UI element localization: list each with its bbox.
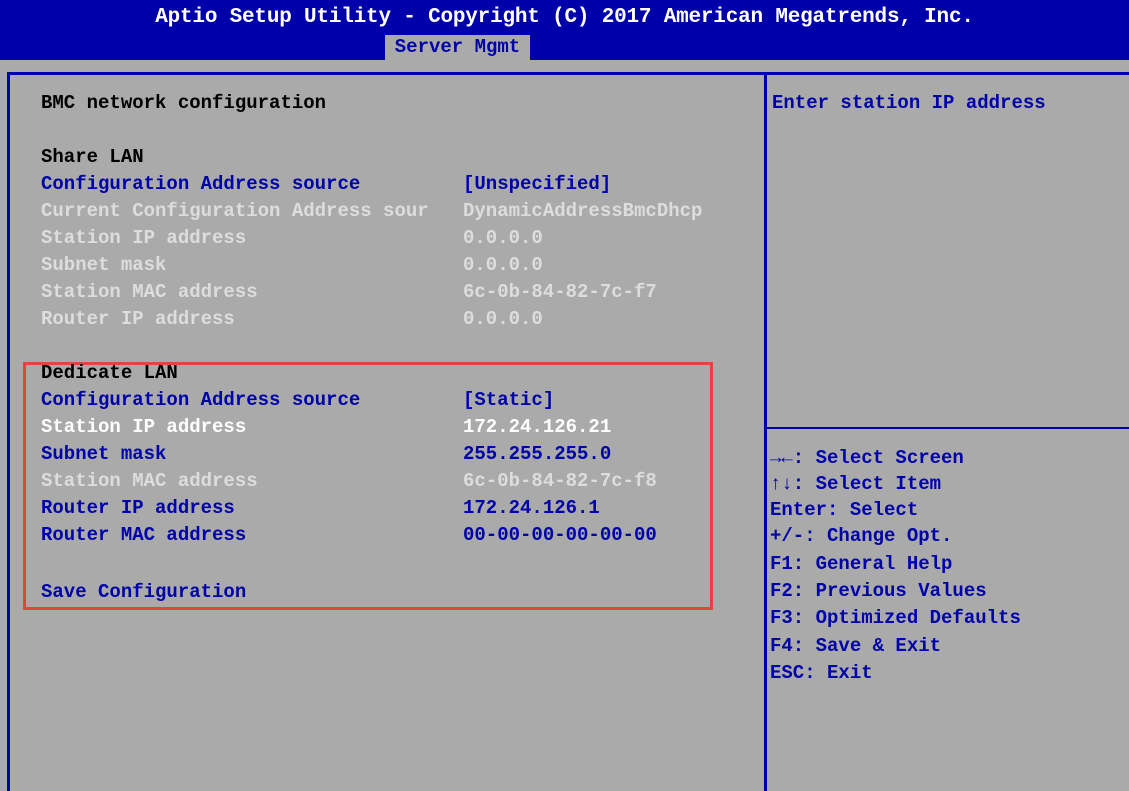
help-divider (767, 427, 1129, 429)
share-station-ip-value: 0.0.0.0 (463, 227, 543, 249)
key-previous-values: F2: Previous Values (770, 580, 987, 602)
dedicate-station-ip-value[interactable]: 172.24.126.21 (463, 414, 611, 440)
key-change-opt: +/-: Change Opt. (770, 525, 953, 547)
dedicate-router-mac-label[interactable]: Router MAC address (41, 522, 246, 548)
share-current-config-value: DynamicAddressBmcDhcp (463, 200, 703, 222)
save-configuration-item[interactable]: Save Configuration (41, 579, 246, 605)
tab-server-mgmt[interactable]: Server Mgmt (385, 35, 530, 60)
key-enter-select: Enter: Select (770, 499, 919, 521)
share-router-ip-value: 0.0.0.0 (463, 308, 543, 330)
dedicate-lan-heading: Dedicate LAN (41, 362, 178, 384)
key-general-help: F1: General Help (770, 553, 953, 575)
dedicate-config-source-value[interactable]: [Static] (463, 387, 554, 413)
share-mac-label: Station MAC address (41, 281, 258, 303)
share-station-ip-label: Station IP address (41, 227, 247, 249)
app-title: Aptio Setup Utility - Copyright (C) 2017… (155, 6, 974, 29)
key-save-exit: F4: Save & Exit (770, 635, 942, 657)
dedicate-subnet-label[interactable]: Subnet mask (41, 441, 166, 467)
share-current-config-label: Current Configuration Address sour (41, 200, 429, 222)
share-subnet-value: 0.0.0.0 (463, 254, 543, 276)
share-config-source-value[interactable]: [Unspecified] (463, 171, 611, 197)
dedicate-mac-value: 6c-0b-84-82-7c-f8 (463, 470, 657, 492)
share-subnet-label: Subnet mask (41, 254, 167, 276)
dedicate-mac-label: Station MAC address (41, 470, 258, 492)
dedicate-router-mac-value[interactable]: 00-00-00-00-00-00 (463, 522, 657, 548)
share-config-source-label[interactable]: Configuration Address source (41, 171, 360, 197)
section-title: BMC network configuration (41, 92, 327, 114)
key-optimized-defaults: F3: Optimized Defaults (770, 607, 1021, 629)
dedicate-router-ip-label[interactable]: Router IP address (41, 495, 235, 521)
dedicate-config-source-label[interactable]: Configuration Address source (41, 387, 360, 413)
key-select-item: ↑↓: Select Item (770, 473, 942, 495)
dedicate-subnet-value[interactable]: 255.255.255.0 (463, 441, 611, 467)
panel-divider (764, 72, 767, 791)
dedicate-router-ip-value[interactable]: 172.24.126.1 (463, 495, 600, 521)
key-select-screen: →←: Select Screen (770, 447, 964, 469)
title-bar: Aptio Setup Utility - Copyright (C) 2017… (0, 0, 1129, 60)
dedicate-station-ip-label[interactable]: Station IP address (41, 414, 246, 440)
share-router-ip-label: Router IP address (41, 308, 235, 330)
help-text: Enter station IP address (772, 92, 1046, 114)
share-mac-value: 6c-0b-84-82-7c-f7 (463, 281, 657, 303)
key-esc-exit: ESC: Exit (770, 662, 873, 684)
share-lan-heading: Share LAN (41, 146, 144, 168)
